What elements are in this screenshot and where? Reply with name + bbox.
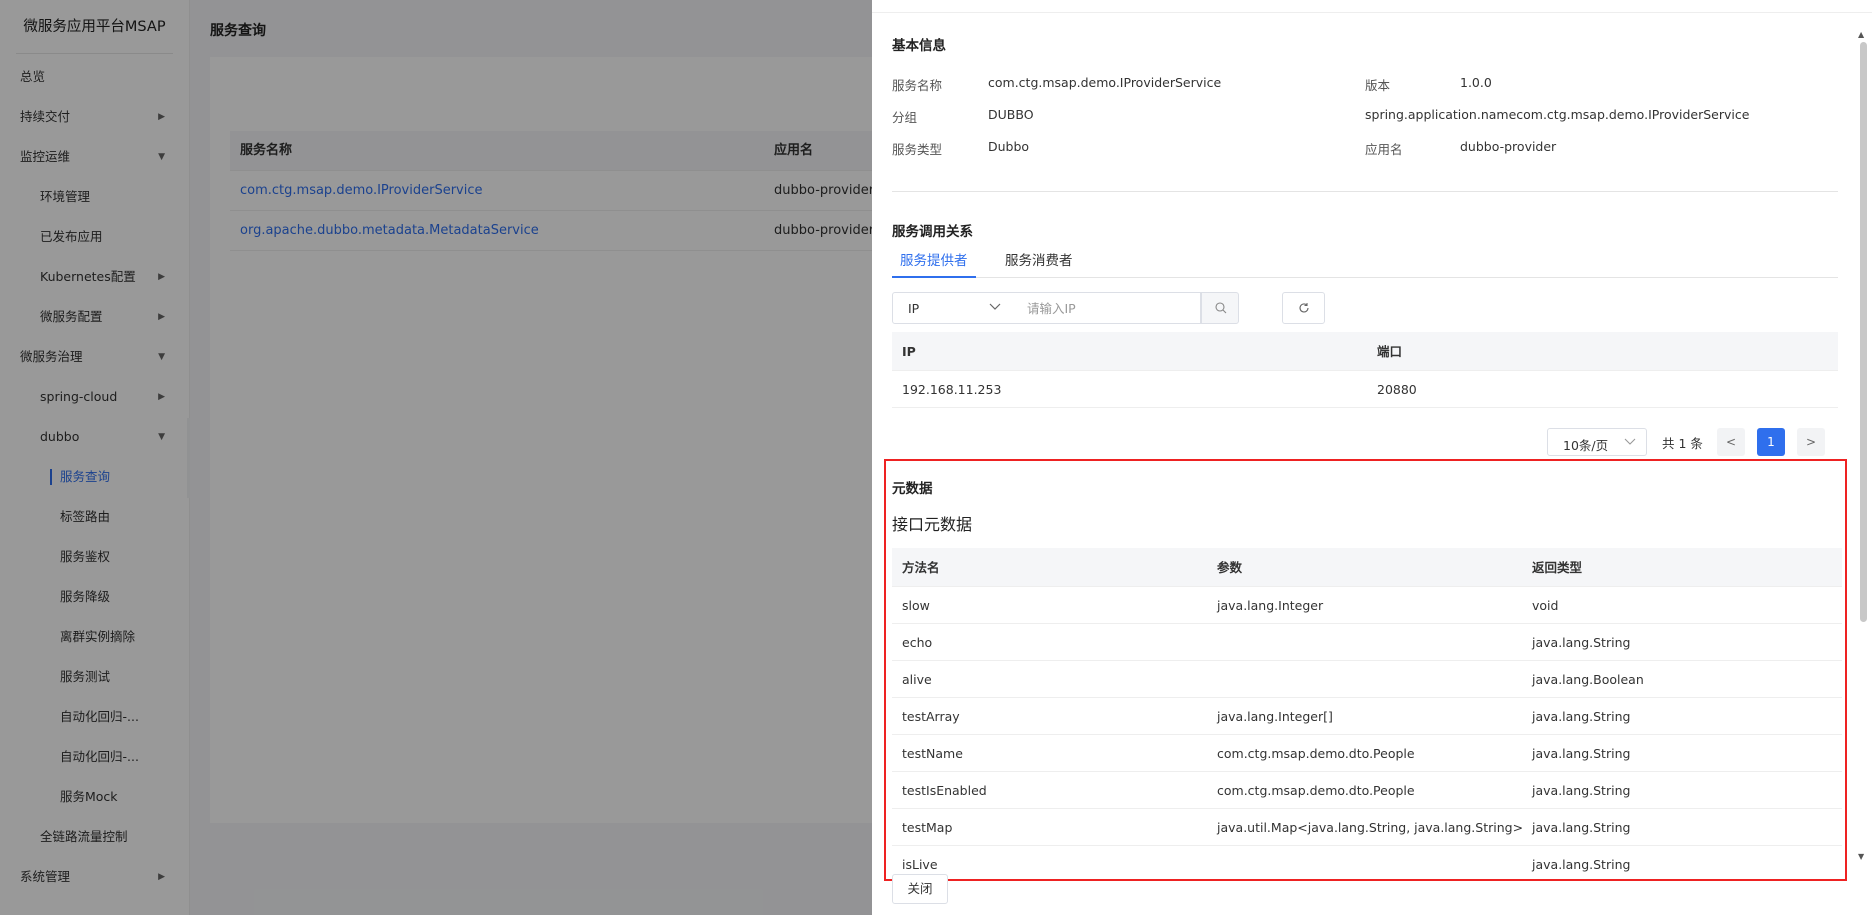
version-label: 版本 bbox=[1365, 78, 1391, 93]
filter-type-select[interactable]: IP bbox=[892, 292, 1014, 324]
params-cell: java.util.Map<java.lang.String, java.lan… bbox=[1217, 820, 1524, 835]
return-type-cell: java.lang.Boolean bbox=[1532, 672, 1644, 687]
modal-overlay[interactable] bbox=[0, 0, 872, 915]
search-button[interactable] bbox=[1201, 292, 1239, 324]
table-row: alive java.lang.Boolean bbox=[892, 661, 1842, 698]
chevron-down-icon bbox=[1624, 433, 1636, 452]
spring-app-name-value: spring.application.namecom.ctg.msap.demo… bbox=[1365, 107, 1750, 122]
prev-page-button[interactable]: < bbox=[1717, 428, 1745, 456]
filter-type-value: IP bbox=[908, 301, 920, 316]
service-detail-drawer: 基本信息 服务名称 com.ctg.msap.demo.IProviderSer… bbox=[872, 0, 1872, 915]
scrollbar-thumb[interactable] bbox=[1860, 42, 1867, 622]
drawer-header-divider bbox=[872, 12, 1872, 13]
service-name-value: com.ctg.msap.demo.IProviderService bbox=[988, 75, 1222, 90]
next-page-button[interactable]: > bbox=[1797, 428, 1825, 456]
method-cell: slow bbox=[902, 598, 930, 613]
search-icon bbox=[1215, 302, 1227, 318]
method-cell: testMap bbox=[902, 820, 953, 835]
interface-metadata-title: 接口元数据 bbox=[892, 515, 973, 534]
scroll-up-icon[interactable]: ▲ bbox=[1858, 30, 1864, 39]
method-cell: alive bbox=[902, 672, 932, 687]
tab-consumer[interactable]: 服务消费者 bbox=[1005, 249, 1073, 278]
header-return-type: 返回类型 bbox=[1532, 560, 1583, 575]
method-cell: testIsEnabled bbox=[902, 783, 987, 798]
app-name-value: dubbo-provider bbox=[1460, 139, 1557, 154]
table-row: isLive java.lang.String bbox=[892, 846, 1842, 879]
app-name-label: 应用名 bbox=[1365, 142, 1403, 157]
header-params: 参数 bbox=[1217, 560, 1243, 575]
close-button[interactable]: 关闭 bbox=[892, 874, 948, 904]
service-type-label: 服务类型 bbox=[892, 142, 943, 157]
header-ip: IP bbox=[902, 344, 916, 359]
relation-tabs: 服务提供者 服务消费者 bbox=[892, 244, 1838, 278]
chevron-down-icon bbox=[989, 299, 1001, 318]
table-row: testName com.ctg.msap.demo.dto.People java… bbox=[892, 735, 1842, 772]
metadata-table: 方法名 参数 返回类型 slow java.lang.Integer void ech… bbox=[892, 548, 1842, 879]
table-header-row: 方法名 参数 返回类型 bbox=[892, 548, 1842, 587]
table-row: testArray java.lang.Integer[] java.lang.St… bbox=[892, 698, 1842, 735]
current-page-button[interactable]: 1 bbox=[1757, 428, 1785, 456]
drawer-scrollbar[interactable]: ▲ ▼ bbox=[1857, 30, 1869, 865]
return-type-cell: void bbox=[1532, 598, 1559, 613]
service-name-label: 服务名称 bbox=[892, 78, 943, 93]
page-size-value: 10条/页 bbox=[1563, 438, 1609, 453]
header-method: 方法名 bbox=[902, 560, 940, 575]
page-size-select[interactable]: 10条/页 bbox=[1547, 428, 1647, 456]
return-type-cell: java.lang.String bbox=[1532, 635, 1631, 650]
scroll-down-icon[interactable]: ▼ bbox=[1858, 852, 1864, 861]
tab-provider[interactable]: 服务提供者 bbox=[892, 249, 976, 278]
header-port: 端口 bbox=[1377, 344, 1403, 359]
section-divider bbox=[892, 191, 1838, 192]
service-type-value: Dubbo bbox=[988, 139, 1030, 154]
return-type-cell: java.lang.String bbox=[1532, 746, 1631, 761]
refresh-button[interactable] bbox=[1282, 292, 1325, 324]
return-type-cell: java.lang.String bbox=[1532, 709, 1631, 724]
method-cell: testArray bbox=[902, 709, 960, 724]
basic-info-title: 基本信息 bbox=[892, 38, 946, 54]
table-row: slow java.lang.Integer void bbox=[892, 587, 1842, 624]
refresh-icon bbox=[1298, 302, 1310, 318]
metadata-highlight-box: 元数据 接口元数据 方法名 参数 返回类型 slow java.lang.Inte… bbox=[884, 459, 1847, 881]
table-row: testMap java.util.Map<java.lang.String, j… bbox=[892, 809, 1842, 846]
version-value: 1.0.0 bbox=[1460, 75, 1492, 90]
method-cell: testName bbox=[902, 746, 963, 761]
ip-cell: 192.168.11.253 bbox=[902, 382, 1002, 397]
return-type-cell: java.lang.String bbox=[1532, 783, 1631, 798]
params-cell: com.ctg.msap.demo.dto.People bbox=[1217, 783, 1415, 798]
provider-ip-table: IP 端口 192.168.11.253 20880 bbox=[892, 332, 1838, 408]
table-header-row: IP 端口 bbox=[892, 332, 1838, 371]
relation-title: 服务调用关系 bbox=[892, 224, 973, 240]
return-type-cell: java.lang.String bbox=[1532, 857, 1631, 872]
params-cell: java.lang.Integer bbox=[1217, 598, 1324, 613]
port-cell: 20880 bbox=[1377, 382, 1417, 397]
group-value: DUBBO bbox=[988, 107, 1034, 122]
table-row: 192.168.11.253 20880 bbox=[892, 371, 1838, 408]
params-cell: java.lang.Integer[] bbox=[1217, 709, 1333, 724]
table-row: echo java.lang.String bbox=[892, 624, 1842, 661]
pager-total: 共 1 条 bbox=[1662, 436, 1703, 451]
return-type-cell: java.lang.String bbox=[1532, 820, 1631, 835]
method-cell: echo bbox=[902, 635, 933, 650]
params-cell: com.ctg.msap.demo.dto.People bbox=[1217, 746, 1415, 761]
group-label: 分组 bbox=[892, 110, 918, 125]
ip-search-input[interactable] bbox=[1013, 292, 1201, 324]
table-row: testIsEnabled com.ctg.msap.demo.dto.Peopl… bbox=[892, 772, 1842, 809]
metadata-title: 元数据 bbox=[892, 481, 933, 497]
